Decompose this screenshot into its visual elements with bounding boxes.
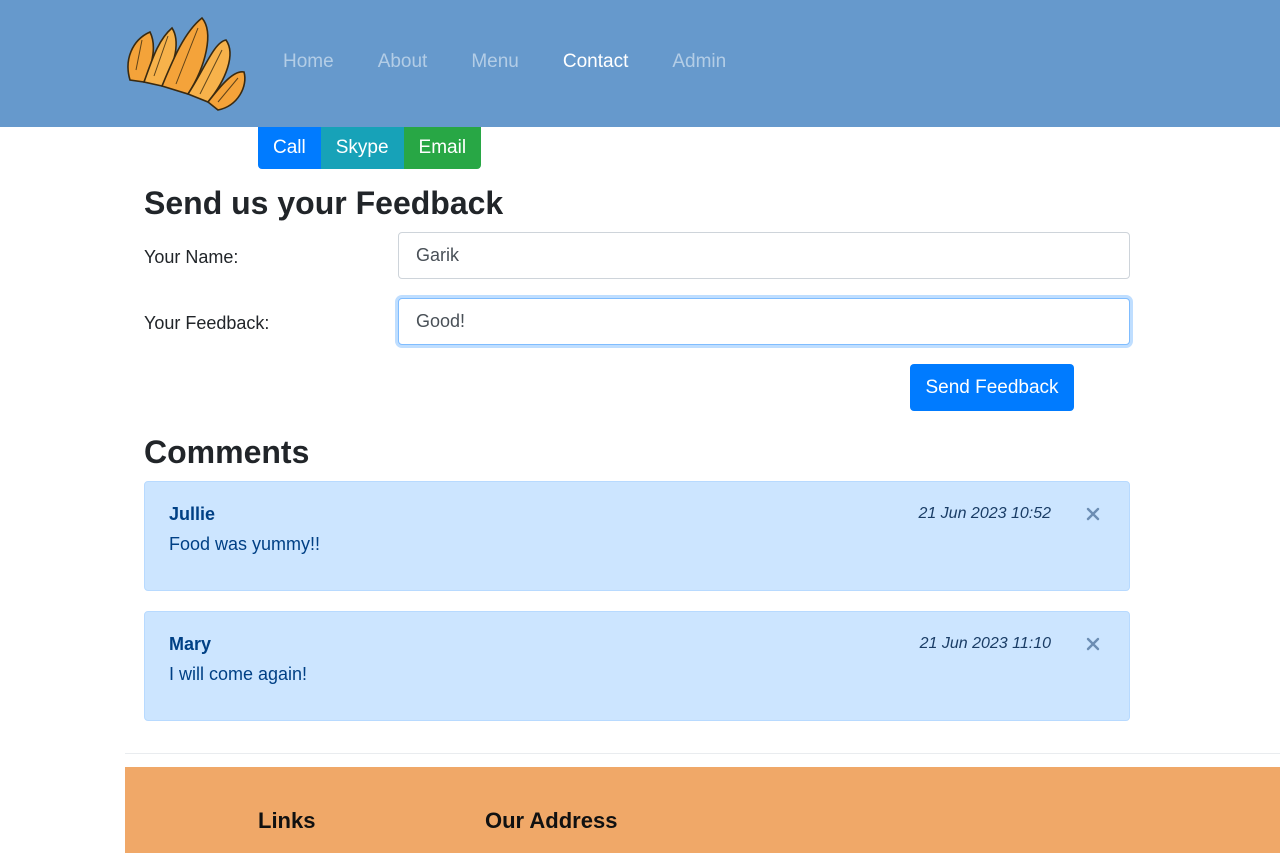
close-icon[interactable] [1083, 504, 1103, 524]
footer: Links Our Address [125, 767, 1280, 853]
comment-author: Mary [169, 634, 212, 654]
croissant-logo[interactable] [122, 10, 252, 112]
nav-links: Home About Menu Contact Admin [283, 50, 770, 74]
nav-home[interactable]: Home [283, 50, 334, 74]
name-label: Your Name: [144, 247, 239, 267]
nav-about[interactable]: About [378, 50, 428, 74]
nav-menu[interactable]: Menu [471, 50, 519, 74]
footer-address-heading: Our Address [485, 808, 618, 833]
nav-admin[interactable]: Admin [672, 50, 726, 74]
name-input[interactable] [398, 232, 1130, 279]
feedback-input[interactable] [398, 298, 1130, 345]
contact-button-group: Call Skype Email [258, 127, 482, 169]
comment-date: 21 Jun 2023 11:10 [919, 635, 1051, 652]
navbar: Home About Menu Contact Admin [0, 0, 1280, 127]
footer-links-heading: Links [258, 808, 316, 833]
feedback-heading: Send us your Feedback [144, 185, 504, 221]
comments-heading: Comments [144, 434, 310, 470]
feedback-label: Your Feedback: [144, 313, 270, 333]
comment-card: Jullie Food was yummy!! 21 Jun 2023 10:5… [144, 481, 1130, 591]
email-button[interactable]: Email [403, 127, 482, 169]
footer-divider [125, 753, 1280, 754]
comment-text: Food was yummy!! [169, 534, 321, 554]
close-icon[interactable] [1083, 634, 1103, 654]
nav-contact[interactable]: Contact [563, 50, 628, 74]
comment-text: I will come again! [169, 664, 308, 684]
skype-button[interactable]: Skype [320, 127, 404, 169]
call-button[interactable]: Call [258, 127, 321, 169]
send-feedback-button[interactable]: Send Feedback [910, 364, 1074, 411]
comment-author: Jullie [169, 504, 216, 524]
comment-date: 21 Jun 2023 10:52 [918, 505, 1051, 522]
comment-card: Mary I will come again! 21 Jun 2023 11:1… [144, 611, 1130, 721]
